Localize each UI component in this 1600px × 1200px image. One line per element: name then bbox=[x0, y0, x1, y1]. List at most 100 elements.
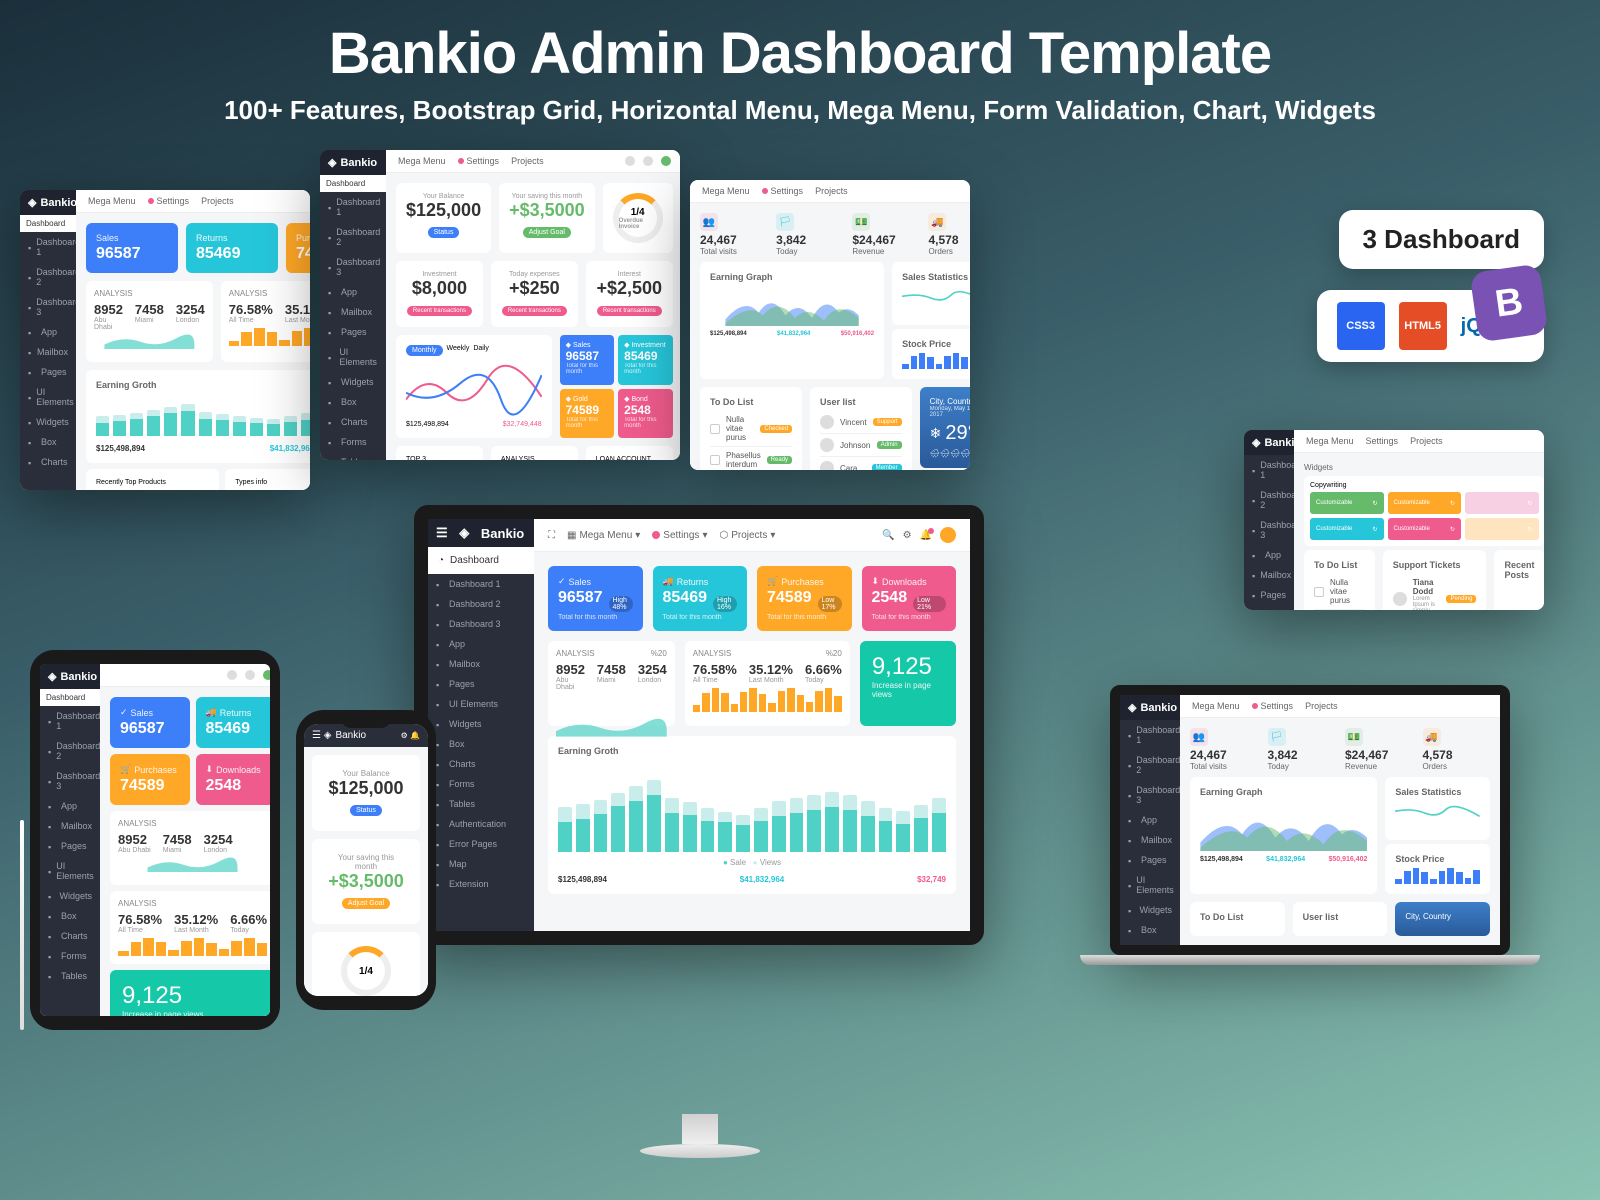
sidebar-item-dashboard-1[interactable]: ▪Dashboard 1 bbox=[320, 192, 386, 222]
bell-icon[interactable]: 🔔 bbox=[920, 530, 932, 541]
avatar[interactable] bbox=[940, 527, 956, 543]
sidebar-item-error-pages[interactable]: ▪Error Pages bbox=[428, 834, 534, 854]
sidebar-item-dashboard-2[interactable]: ▪Dashboard 2 bbox=[40, 736, 100, 766]
sidebar-item-app[interactable]: ▪App bbox=[40, 796, 100, 816]
analysis-cities: ANALYSIS%20 8952Abu Dhabi7458Miami3254Lo… bbox=[548, 641, 675, 726]
sidebar-item-widgets[interactable]: ▪Widgets bbox=[20, 412, 76, 432]
sidebar-item-tables[interactable]: ▪Tables bbox=[428, 794, 534, 814]
sidebar-item-pages[interactable]: ▪Pages bbox=[428, 674, 534, 694]
todo-item[interactable]: Phasellus interdumReady bbox=[710, 447, 792, 470]
sidebar-item-mailbox[interactable]: ▪Mailbox bbox=[320, 302, 386, 322]
sidebar-item-dashboard-2[interactable]: ▪Dashboard 2 bbox=[1120, 750, 1180, 780]
weather-card: City, Country Monday, May 11, 2017 ❄29°C… bbox=[920, 387, 970, 468]
sidebar-item-tables[interactable]: ▪Tables bbox=[40, 966, 100, 986]
sidebar-item-charts[interactable]: ▪Charts bbox=[20, 452, 76, 472]
sidebar-item-pages[interactable]: ▪Pages bbox=[1120, 850, 1180, 870]
sidebar-item-map[interactable]: ▪Map bbox=[428, 854, 534, 874]
sidebar-item-widgets[interactable]: ▪Widgets bbox=[320, 372, 386, 392]
sidebar-item-forms[interactable]: ▪Forms bbox=[320, 432, 386, 452]
earning-chart bbox=[558, 762, 946, 852]
preview-monitor-main: ☰ ◈ Bankio ◔ Dashboard ▪Dashboard 1▪Dash… bbox=[414, 505, 984, 945]
sidebar-item-dashboard-1[interactable]: ▪Dashboard 1 bbox=[428, 574, 534, 594]
menu-icon[interactable]: ☰ bbox=[436, 525, 448, 541]
analysis-time: ANALYSIS%20 76.58%All Time35.12%Last Mon… bbox=[685, 641, 850, 726]
sidebar-dashboard[interactable]: Dashboard bbox=[20, 215, 76, 232]
sidebar-item-dashboard-3[interactable]: ▪Dashboard 3 bbox=[428, 614, 534, 634]
preview-dashboard3: Mega Menu Settings Projects 👥24,467Total… bbox=[690, 180, 970, 470]
avatar[interactable] bbox=[661, 156, 671, 166]
todo-item[interactable]: Nulla vitae purusChecked bbox=[710, 411, 792, 447]
sidebar-item-dashboard-1[interactable]: ▪Dashboard 1 bbox=[1244, 455, 1294, 485]
sidebar-item-widgets[interactable]: ▪Widgets bbox=[428, 714, 534, 734]
sidebar-item-app[interactable]: ▪App bbox=[428, 634, 534, 654]
sidebar-item-ui-elements[interactable]: ▪UI Elements bbox=[428, 694, 534, 714]
sidebar-item-dashboard-2[interactable]: ▪Dashboard 2 bbox=[320, 222, 386, 252]
sidebar-item-forms[interactable]: ▪Forms bbox=[428, 774, 534, 794]
sidebar-item-widgets[interactable]: ▪Widgets bbox=[40, 886, 100, 906]
nav-projects[interactable]: Projects bbox=[731, 530, 767, 541]
sidebar-item-box[interactable]: ▪Box bbox=[40, 906, 100, 926]
sidebar-item-box[interactable]: ▪Box bbox=[1120, 920, 1180, 940]
preview-dashboard1-small: ◈Bankio Dashboard ▪Dashboard 1▪Dashboard… bbox=[20, 190, 310, 490]
sidebar-item-extension[interactable]: ▪Extension bbox=[428, 874, 534, 894]
sidebar-item-ui-elements[interactable]: ▪UI Elements bbox=[320, 342, 386, 372]
sidebar-item-dashboard-1[interactable]: ▪Dashboard 1 bbox=[1120, 720, 1180, 750]
sidebar-item-dashboard-2[interactable]: ▪Dashboard 2 bbox=[1244, 485, 1294, 515]
sidebar-item-dashboard-2[interactable]: ▪Dashboard 2 bbox=[20, 262, 76, 292]
pageviews-card: 9,125 Increase in page views bbox=[860, 641, 956, 726]
sidebar-item-app[interactable]: ▪App bbox=[1120, 810, 1180, 830]
stat-returns: 🚚 Returns 85469High 16% Total for this m… bbox=[653, 566, 748, 631]
sidebar-item-pages[interactable]: ▪Pages bbox=[40, 836, 100, 856]
sidebar-item-box[interactable]: ▪Box bbox=[320, 392, 386, 412]
sidebar-item-charts[interactable]: ▪Charts bbox=[320, 412, 386, 432]
preview-phone: ☰ ◈ Bankio⚙ 🔔 Your Balance $125,000 Stat… bbox=[296, 710, 436, 1010]
adjust-goal-button[interactable]: Adjust Goal bbox=[523, 227, 571, 238]
sidebar-item-ui-elements[interactable]: ▪UI Elements bbox=[20, 382, 76, 412]
stat-sales: ✓ Sales 96587High 48% Total for this mon… bbox=[548, 566, 643, 631]
nav-settings[interactable]: Settings bbox=[663, 530, 699, 541]
sidebar-item-mailbox[interactable]: ▪Mailbox bbox=[40, 816, 100, 836]
sidebar-item-box[interactable]: ▪Box bbox=[20, 432, 76, 452]
sidebar-item-mailbox[interactable]: ▪Mailbox bbox=[1120, 830, 1180, 850]
sidebar-item-dashboard-1[interactable]: ▪Dashboard 1 bbox=[40, 706, 100, 736]
sidebar-item-app[interactable]: ▪App bbox=[1244, 545, 1294, 565]
gear-icon[interactable]: ⚙ bbox=[903, 530, 912, 541]
adjust-goal-button[interactable]: Adjust Goal bbox=[342, 898, 390, 909]
sidebar-dashboard[interactable]: ◔ Dashboard bbox=[428, 547, 534, 574]
bell-icon[interactable] bbox=[643, 156, 653, 166]
sidebar-item-box[interactable]: ▪Box bbox=[428, 734, 534, 754]
sidebar-item-mailbox[interactable]: ▪Mailbox bbox=[1244, 565, 1294, 585]
sidebar-item-pages[interactable]: ▪Pages bbox=[1244, 585, 1294, 605]
preview-dashboard2: ◈Bankio Dashboard ▪Dashboard 1▪Dashboard… bbox=[320, 150, 680, 460]
search-icon[interactable] bbox=[625, 156, 635, 166]
sidebar-item-ui-elements[interactable]: ▪UI Elements bbox=[40, 856, 100, 886]
nav-mega[interactable]: Mega Menu bbox=[579, 530, 632, 541]
sidebar-item-authentication[interactable]: ▪Authentication bbox=[428, 814, 534, 834]
sidebar-item-dashboard-3[interactable]: ▪Dashboard 3 bbox=[40, 766, 100, 796]
sidebar-item-ui-elements[interactable]: ▪UI Elements bbox=[1120, 870, 1180, 900]
sidebar-item-dashboard-3[interactable]: ▪Dashboard 3 bbox=[1120, 780, 1180, 810]
sidebar-item-app[interactable]: ▪App bbox=[320, 282, 386, 302]
sidebar-item-tables[interactable]: ▪Tables bbox=[320, 452, 386, 460]
sidebar-item-app[interactable]: ▪App bbox=[20, 322, 76, 342]
sidebar-item-forms[interactable]: ▪Forms bbox=[40, 946, 100, 966]
sidebar-item-dashboard-3[interactable]: ▪Dashboard 3 bbox=[320, 252, 386, 282]
sidebar-item-pages[interactable]: ▪Pages bbox=[320, 322, 386, 342]
nav-mega[interactable]: Mega Menu bbox=[88, 196, 136, 206]
sidebar-item-widgets[interactable]: ▪Widgets bbox=[1120, 900, 1180, 920]
sidebar-item-dashboard-3[interactable]: ▪Dashboard 3 bbox=[20, 292, 76, 322]
search-icon[interactable]: 🔍 bbox=[882, 530, 894, 541]
sidebar-item-charts[interactable]: ▪Charts bbox=[40, 926, 100, 946]
expand-icon[interactable]: ⛶ bbox=[548, 530, 555, 541]
sidebar-item-mailbox[interactable]: ▪Mailbox bbox=[20, 342, 76, 362]
sidebar-item-dashboard-3[interactable]: ▪Dashboard 3 bbox=[1244, 515, 1294, 545]
sidebar-item-charts[interactable]: ▪Charts bbox=[428, 754, 534, 774]
sidebar-item-charts[interactable]: ▪Charts bbox=[1120, 940, 1180, 955]
sidebar-item-pages[interactable]: ▪Pages bbox=[20, 362, 76, 382]
sidebar-item-mailbox[interactable]: ▪Mailbox bbox=[428, 654, 534, 674]
nav-projects[interactable]: Projects bbox=[201, 196, 234, 206]
preview-laptop: ◈Bankio ▪Dashboard 1▪Dashboard 2▪Dashboa… bbox=[1110, 685, 1510, 955]
sidebar-item-dashboard-2[interactable]: ▪Dashboard 2 bbox=[428, 594, 534, 614]
sidebar-item-dashboard-1[interactable]: ▪Dashboard 1 bbox=[20, 232, 76, 262]
nav-settings[interactable]: Settings bbox=[157, 196, 190, 206]
